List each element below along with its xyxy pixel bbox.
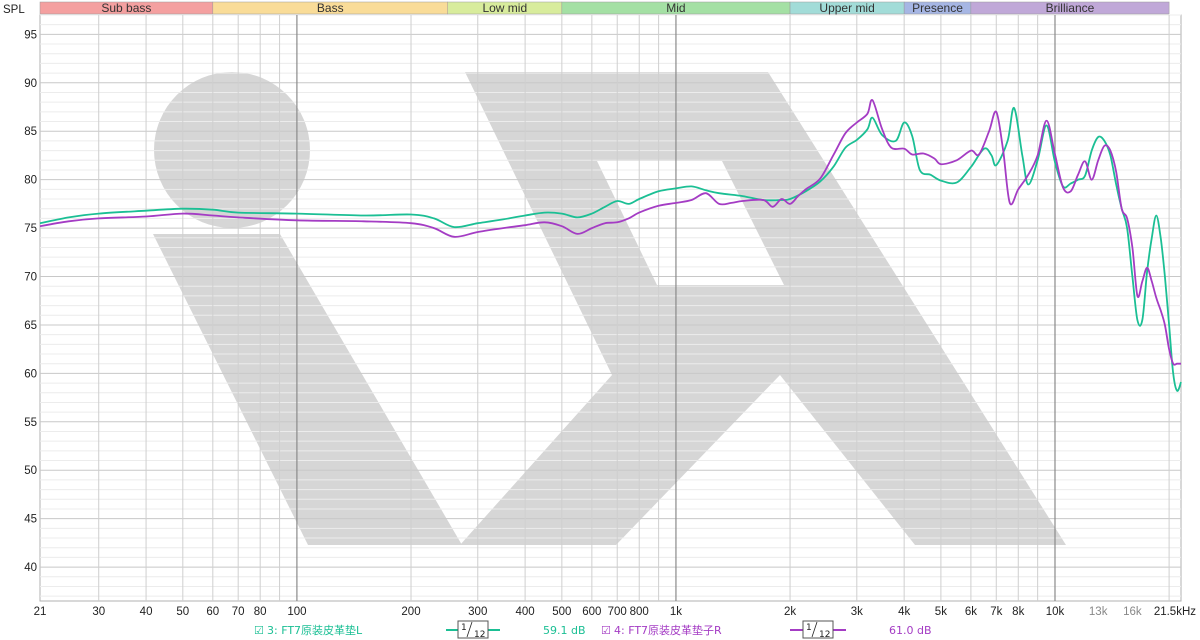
x-tick-label: 80 xyxy=(254,606,267,618)
legend-item-1[interactable]: ☑ 3: FT7原装皮革垫L 1 12 59.1 dB xyxy=(254,620,586,640)
x-tick-label: 600 xyxy=(582,606,601,618)
x-tick-label: 16k xyxy=(1123,606,1142,618)
legend-checkbox-1[interactable]: ☑ xyxy=(254,624,264,637)
band-label: Upper mid xyxy=(819,1,874,15)
band-label: Sub bass xyxy=(101,1,151,15)
legend-label-1[interactable]: 3: FT7原装皮革垫L xyxy=(267,623,363,637)
x-tick-label: 4k xyxy=(898,606,910,618)
x-tick-label: 5k xyxy=(935,606,947,618)
band-label: Mid xyxy=(666,1,685,15)
frequency-band-bar: Sub bass Bass Low mid Mid Upper mid Presence B… xyxy=(39,1,1170,15)
x-tick-label: 40 xyxy=(140,606,153,618)
y-tick-label: 40 xyxy=(24,562,37,574)
x-tick-label: 8k xyxy=(1012,606,1024,618)
y-tick-label: 75 xyxy=(24,223,37,235)
x-tick-label: 400 xyxy=(516,606,535,618)
legend-level-2: 61.0 dB xyxy=(889,624,932,637)
smoothing-den-1: 12 xyxy=(474,630,485,640)
y-tick-label: 95 xyxy=(24,29,37,41)
smoothing-num-1: 1 xyxy=(461,623,467,633)
x-tick-label: 200 xyxy=(401,606,420,618)
legend-item-2[interactable]: ☑ 4: FT7原装皮革垫子R 1 12 61.0 dB xyxy=(601,620,932,640)
y-tick-label: 85 xyxy=(24,126,37,138)
x-tick-label: 2k xyxy=(784,606,796,618)
band-label: Brilliance xyxy=(1046,1,1095,15)
y-tick-label: 50 xyxy=(24,465,37,477)
legend-level-1: 59.1 dB xyxy=(543,624,586,637)
x-tick-label: 60 xyxy=(206,606,219,618)
x-tick-label: 6k xyxy=(965,606,977,618)
x-tick-label: 500 xyxy=(552,606,571,618)
band-label: Low mid xyxy=(482,1,527,15)
legend-label-2[interactable]: 4: FT7原装皮革垫子R xyxy=(614,623,722,637)
frequency-response-chart: Sub bass Bass Low mid Mid Upper mid Presence B… xyxy=(3,1,1197,640)
y-tick-label: 90 xyxy=(24,78,37,90)
band-label: Presence xyxy=(912,1,963,15)
x-tick-label: 21.5kHz xyxy=(1154,606,1196,618)
watermark-logo xyxy=(153,72,1066,545)
y-tick-label: 55 xyxy=(24,417,37,429)
x-tick-label: 1k xyxy=(670,606,682,618)
y-tick-label: 65 xyxy=(24,320,37,332)
x-tick-label: 300 xyxy=(468,606,487,618)
x-tick-label: 30 xyxy=(92,606,105,618)
x-tick-label: 100 xyxy=(287,606,306,618)
legend: ☑ 3: FT7原装皮革垫L 1 12 59.1 dB ☑ 4: FT7原装皮革… xyxy=(254,620,932,640)
y-axis: 95 90 85 80 75 70 65 60 55 50 45 40 xyxy=(24,29,37,574)
x-tick-label: 10k xyxy=(1046,606,1065,618)
smoothing-den-2: 12 xyxy=(819,630,830,640)
x-axis: 21 30 40 50 60 70 80 100 200 300 400 500 600 700 800 1k… xyxy=(34,606,1197,618)
y-tick-label: 60 xyxy=(24,368,37,380)
x-tick-label: 3k xyxy=(851,606,863,618)
x-tick-label: 50 xyxy=(176,606,189,618)
x-tick-label: 70 xyxy=(232,606,245,618)
band-label: Bass xyxy=(317,1,344,15)
x-tick-label: 7k xyxy=(990,606,1002,618)
y-tick-label: 80 xyxy=(24,175,37,187)
x-tick-label: 21 xyxy=(34,606,47,618)
x-tick-label: 700 xyxy=(608,606,627,618)
y-tick-label: 70 xyxy=(24,272,37,284)
y-axis-label: SPL xyxy=(3,4,25,16)
x-tick-label: 13k xyxy=(1089,606,1108,618)
smoothing-num-2: 1 xyxy=(806,623,812,633)
legend-checkbox-2[interactable]: ☑ xyxy=(601,624,611,637)
y-tick-label: 45 xyxy=(24,514,37,526)
x-tick-label: 800 xyxy=(630,606,649,618)
